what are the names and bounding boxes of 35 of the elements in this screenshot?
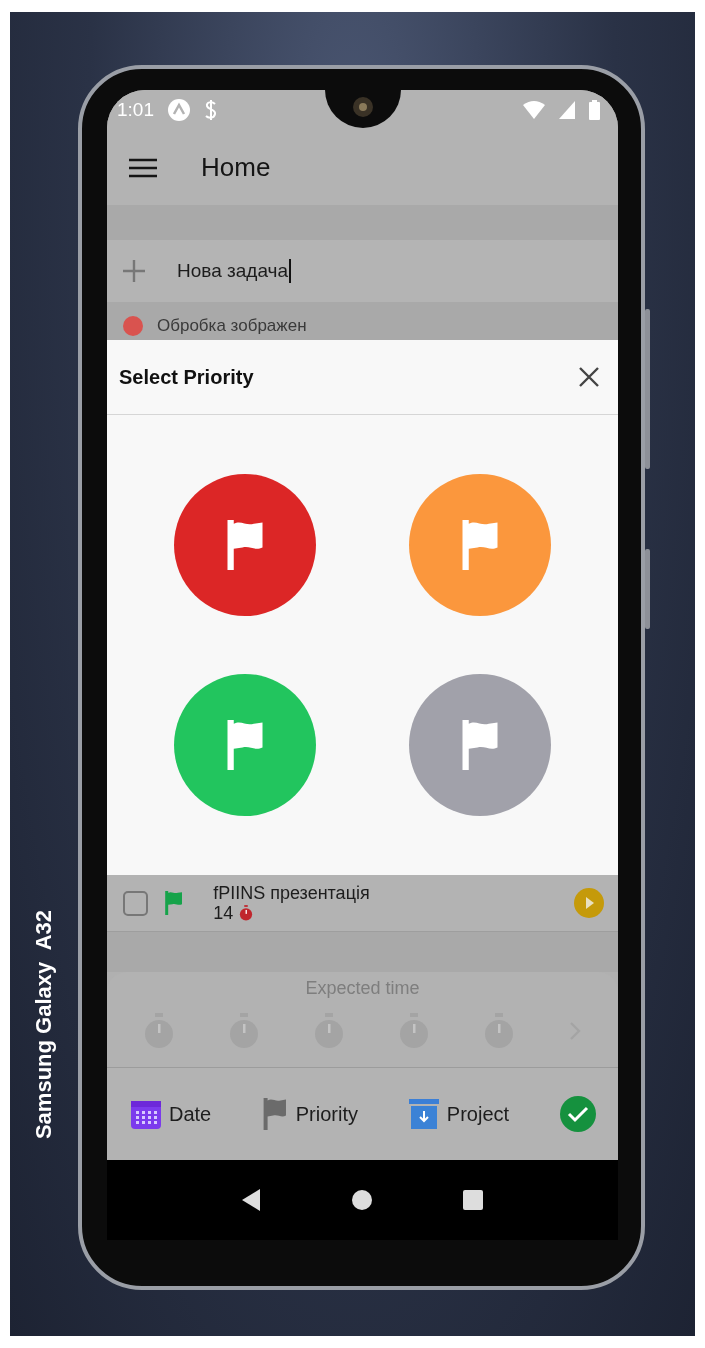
status-time: 1:01 — [117, 99, 154, 121]
stopwatch-icon — [482, 1013, 515, 1049]
inbox-icon — [408, 1099, 439, 1129]
task-title: Обробка зображен — [157, 316, 307, 336]
stopwatch-icon — [143, 1013, 176, 1049]
stopwatch-icon — [397, 1013, 430, 1049]
recents-icon[interactable] — [463, 1190, 484, 1210]
task-count: 14 — [213, 903, 234, 923]
task-checkbox[interactable] — [123, 890, 148, 916]
task-title: fPIINS презентація — [213, 883, 371, 903]
calendar-icon — [131, 1099, 161, 1129]
wifi-icon — [523, 101, 545, 119]
home-icon[interactable] — [351, 1189, 374, 1211]
stopwatch-icon — [313, 1013, 346, 1049]
task-input-field[interactable]: Нова задача — [177, 259, 291, 283]
priority-button[interactable]: Priority — [262, 1098, 358, 1130]
confirm-icon[interactable] — [560, 1096, 596, 1132]
device-label: Samsung Galaxy A32 — [31, 910, 57, 1140]
battery-icon — [589, 100, 600, 120]
flag-icon — [460, 520, 501, 570]
menu-icon[interactable] — [129, 157, 157, 178]
app-logo-icon — [168, 99, 190, 121]
stopwatch-icon — [228, 1013, 261, 1049]
camera-icon — [351, 96, 374, 118]
back-icon[interactable] — [241, 1189, 262, 1211]
flag-icon — [262, 1098, 288, 1130]
date-button[interactable]: Date — [131, 1099, 212, 1129]
plus-icon[interactable] — [123, 260, 145, 282]
signal-icon — [559, 101, 575, 119]
project-button[interactable]: Project — [408, 1099, 510, 1129]
dialog-title: Select Priority — [119, 365, 254, 389]
flag-icon — [164, 891, 184, 915]
page-title: Home — [201, 152, 271, 183]
flag-icon — [460, 720, 501, 770]
stopwatch-icon — [239, 905, 254, 921]
